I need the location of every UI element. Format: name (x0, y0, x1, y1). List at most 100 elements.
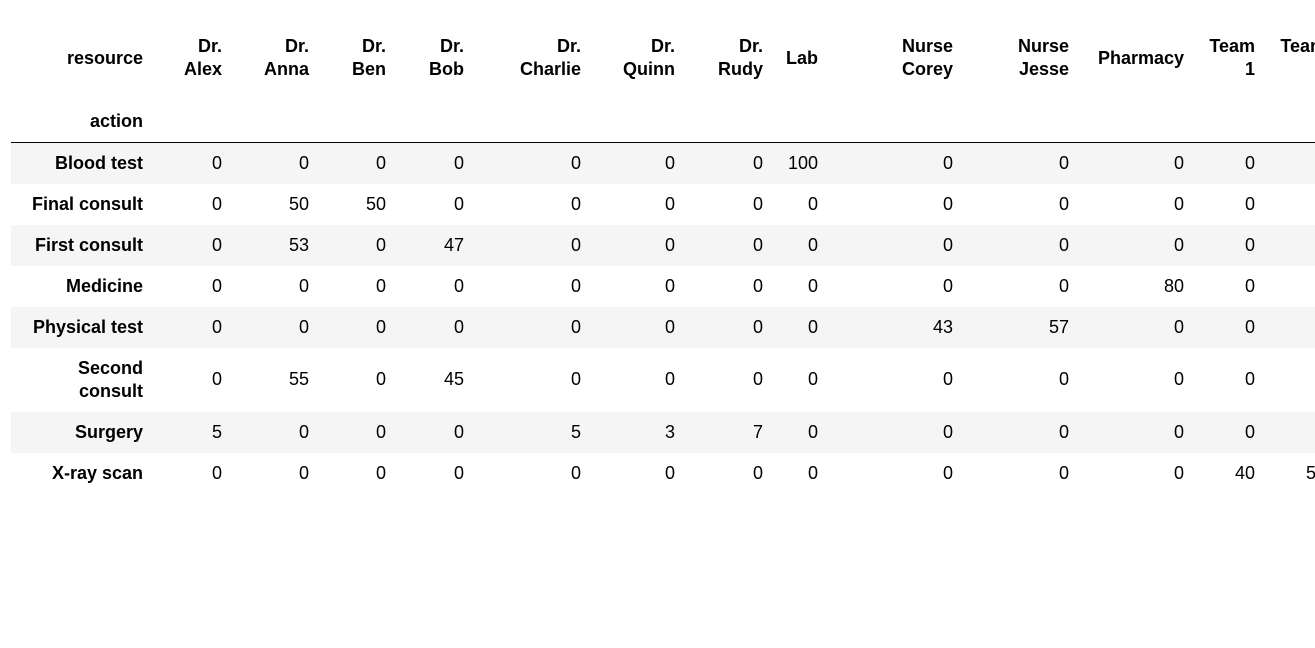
row-label: Physical test (11, 307, 152, 348)
table-cell: 0 (807, 234, 818, 255)
table-cell: 0 (570, 152, 581, 173)
table-cell: 0 (298, 275, 309, 296)
column-header: Nurse Corey (827, 33, 962, 83)
table-cell: 5 (211, 421, 222, 442)
column-header-text: Anna (264, 59, 309, 79)
table-cell: 0 (1058, 275, 1069, 296)
column-header-text: Quinn (623, 59, 675, 79)
table-cell: 100 (787, 152, 818, 173)
table-cell: 0 (1058, 462, 1069, 483)
table-cell: 0 (942, 421, 953, 442)
column-header: Dr. Bob (395, 33, 473, 83)
row-label: First consult (11, 225, 152, 266)
table-cell: 0 (942, 152, 953, 173)
table-cell: 0 (453, 275, 464, 296)
table-cell: 0 (453, 152, 464, 173)
column-header-text: Dr. (556, 36, 581, 56)
table-cell: 57 (1048, 316, 1069, 337)
table-cell: 50 (1305, 462, 1315, 483)
index-header-blank (772, 83, 827, 143)
table-cell: 0 (211, 193, 222, 214)
table-cell: 0 (664, 234, 675, 255)
table-cell: 0 (1264, 307, 1315, 348)
column-header-text: Bob (429, 59, 464, 79)
table-cell: 0 (570, 275, 581, 296)
column-header-text: Pharmacy (1097, 47, 1184, 68)
table-cell: 80 (1163, 275, 1184, 296)
table-cell: 0 (570, 462, 581, 483)
column-header-text: Nurse (901, 36, 953, 56)
table-cell: 0 (1244, 193, 1255, 214)
table-cell: 0 (211, 275, 222, 296)
row-label-text: Blood test (55, 152, 143, 173)
table-cell: 3 (664, 421, 675, 442)
table-cell: 43 (932, 316, 953, 337)
table-cell: 0 (453, 462, 464, 483)
table-cell: 0 (807, 316, 818, 337)
index-header-blank (395, 83, 473, 143)
table-cell: 0 (453, 421, 464, 442)
table-cell: 0 (1244, 316, 1255, 337)
column-header: Dr. Quinn (590, 33, 684, 83)
index-level-label: action (89, 111, 143, 131)
column-header: Team2 (1264, 33, 1315, 83)
table-cell: 0 (942, 193, 953, 214)
index-header-blank (684, 83, 772, 143)
table-cell: 0 (1244, 152, 1255, 173)
table-cell: 0 (942, 234, 953, 255)
table-cell: 0 (1058, 152, 1069, 173)
table-cell: 0 (1173, 421, 1184, 442)
index-header-blank (590, 83, 684, 143)
table-cell: 0 (453, 193, 464, 214)
column-header: Team 1 (1193, 33, 1264, 83)
table-cell: 0 (1264, 225, 1315, 266)
table-cell: 0 (752, 234, 763, 255)
table-cell: 0 (211, 152, 222, 173)
row-label: X-ray scan (11, 453, 152, 494)
columns-level-label: resource (66, 47, 143, 68)
column-header: Dr. Anna (231, 33, 318, 83)
table-cell: 0 (1244, 369, 1255, 389)
table-cell: 0 (807, 462, 818, 483)
column-header-text: Dr. (284, 36, 309, 56)
table-cell: 0 (752, 462, 763, 483)
table-cell: 50 (288, 193, 309, 214)
table-cell: 0 (298, 316, 309, 337)
row-label-text: Second (77, 357, 143, 378)
table-cell: 0 (752, 369, 763, 389)
column-header-text: Ben (351, 59, 386, 79)
index-header-blank (1193, 83, 1264, 143)
table-row: Secondconsult055045000000000 (11, 347, 1315, 412)
column-header-text: Dr. (197, 36, 222, 56)
row-label-text: Surgery (74, 421, 143, 442)
table-cell: 0 (1244, 421, 1255, 442)
table-cell: 0 (211, 316, 222, 337)
table-cell: 0 (375, 316, 386, 337)
column-header-text: Jesse (1018, 59, 1069, 79)
table-cell: 0 (664, 152, 675, 173)
table-cell: 0 (570, 234, 581, 255)
table-cell: 0 (1173, 369, 1184, 389)
table-row: Medicine00000000008000 (11, 265, 1315, 307)
table-cell: 0 (664, 193, 675, 214)
index-header-blank (473, 83, 590, 143)
column-header: Nurse Jesse (962, 33, 1078, 83)
table-cell: 0 (211, 234, 222, 255)
table-cell: 0 (1173, 462, 1184, 483)
row-label-text: Final consult (31, 193, 143, 214)
table-cell: 45 (443, 369, 464, 389)
table-cell: 55 (288, 369, 309, 389)
column-header-text: Team (1209, 36, 1255, 56)
column-header-text: Dr. (650, 36, 675, 56)
column-header-text: Charlie (519, 59, 581, 79)
column-header-text: Dr. (361, 36, 386, 56)
index-header-row: action (11, 83, 1315, 143)
column-header: Pharmacy (1078, 33, 1193, 83)
column-header-text: Team (1280, 36, 1315, 56)
table-cell: 0 (375, 462, 386, 483)
table-cell: 0 (942, 275, 953, 296)
table-cell: 0 (211, 462, 222, 483)
table-cell: 0 (211, 369, 222, 389)
index-header-blank (318, 83, 395, 143)
column-header-text: Alex (183, 59, 222, 79)
